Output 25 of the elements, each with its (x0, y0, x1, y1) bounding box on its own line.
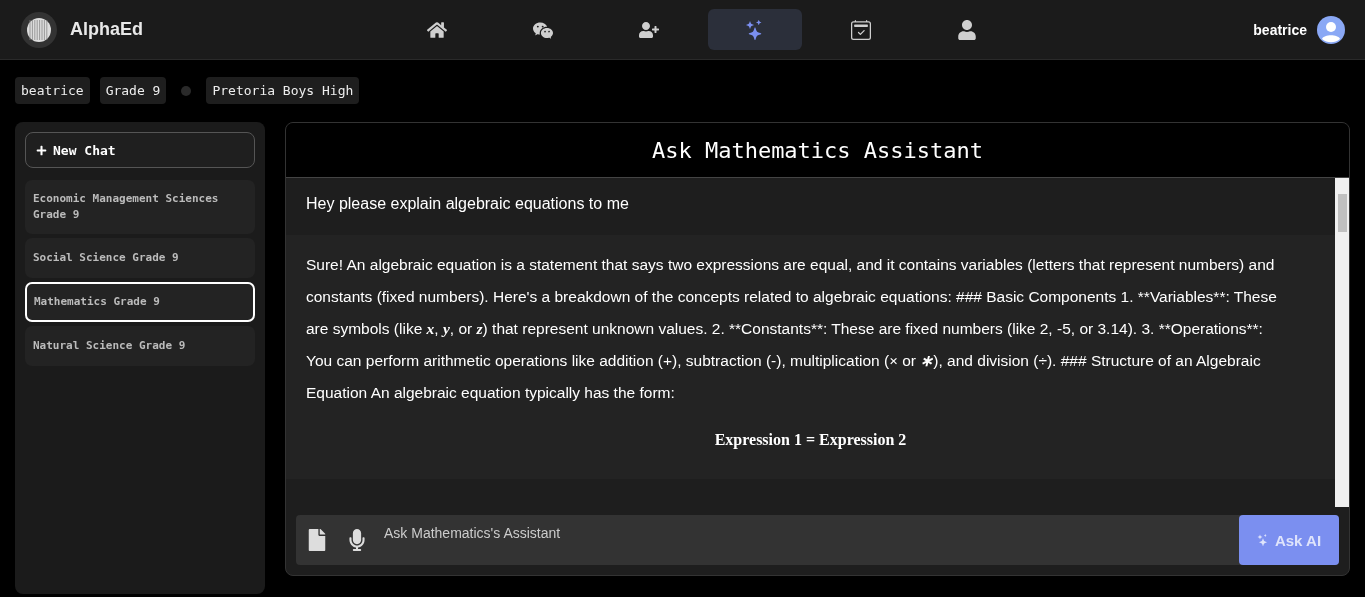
add-user-icon (639, 19, 659, 40)
user-icon (957, 19, 977, 40)
brand-name: AlphaEd (70, 19, 143, 40)
user-name: beatrice (1253, 21, 1307, 38)
plus-icon (36, 144, 47, 156)
assistant-message: Sure! An algebraic equation is a statement that says two expressions are equal, and it contains variables (letters that represent numbers) and constants (fixed numbers). Here's a breakdown of the concepts related to algebraic equations: ### Basic Components 1. **Variables**: These are symbols (like x, y, or z) that represent unknown values. 2. **Constants**: These are fixed numbers (like 2, -5, or 3.14). 3. **Operations**: You can perform arithmetic operations like addition (+), subtraction (-), multiplication (× or ∗), and division (÷). ### Structure of an Algebraic Equation An algebraic equation typically has the form: (286, 235, 1335, 423)
chat-list-item[interactable]: Social Science Grade 9 (25, 238, 255, 278)
separator-dot-icon (181, 85, 192, 96)
chat-list-item[interactable]: Economic Management Sciences Grade 9 (25, 180, 255, 234)
chat-title: Ask Mathematics Assistant (286, 123, 1349, 178)
calendar-icon (851, 19, 871, 40)
chat-list-item[interactable]: Natural Science Grade 9 (25, 326, 255, 366)
formula-text: Expression 1 = Expression 2 (286, 423, 1335, 479)
chat-list-item[interactable]: Mathematics Grade 9 (25, 282, 255, 322)
microphone-icon (346, 529, 368, 551)
avatar-icon[interactable] (1317, 15, 1345, 44)
new-chat-button[interactable]: New Chat (25, 132, 255, 168)
scrollbar[interactable] (1335, 178, 1349, 507)
logo-icon (20, 10, 58, 49)
sparkles-icon (1256, 534, 1269, 546)
file-icon (306, 529, 328, 551)
profile-tag: Pretoria Boys High (206, 77, 360, 104)
home-icon (427, 19, 447, 40)
profile-tag: Grade 9 (99, 77, 167, 104)
profile-tag: beatrice (15, 77, 90, 104)
